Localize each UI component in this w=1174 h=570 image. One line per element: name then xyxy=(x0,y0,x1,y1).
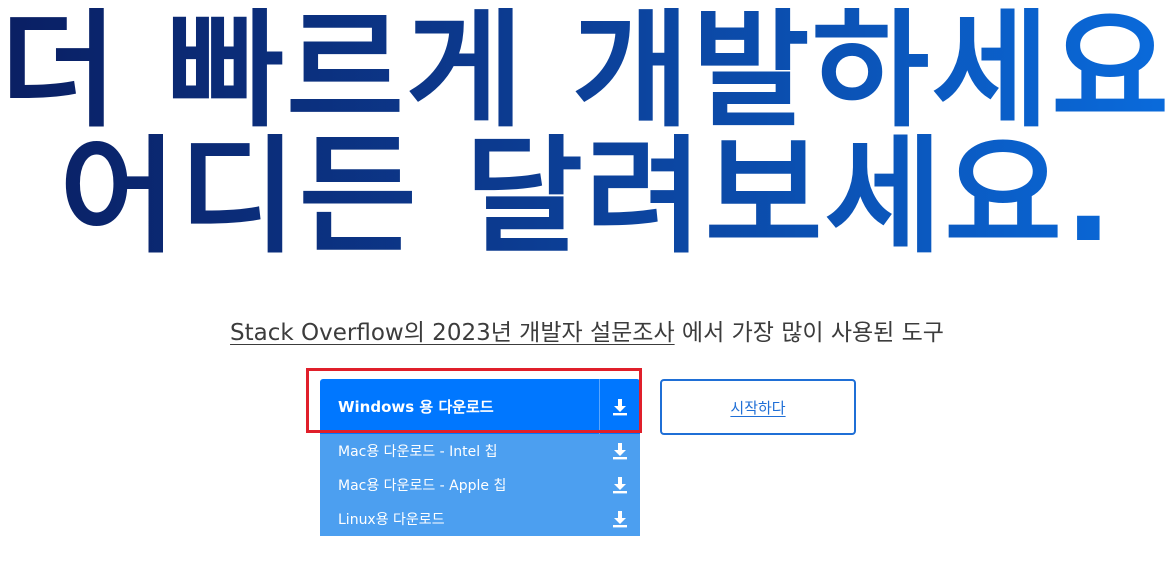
page: 더 빠르게 개발하세요. 어디든 달려보세요. Stack Overflow의 … xyxy=(0,0,1174,570)
download-icon xyxy=(613,443,627,460)
windows-download-label: Windows 용 다운로드 xyxy=(338,398,494,416)
subtitle: Stack Overflow의 2023년 개발자 설문조사 에서 가장 많이 … xyxy=(0,313,1174,347)
download-icon xyxy=(613,398,627,415)
get-started-button[interactable]: 시작하다 xyxy=(660,379,856,435)
windows-download-button[interactable]: Windows 용 다운로드 xyxy=(320,379,640,434)
download-dropdown-toggle[interactable] xyxy=(599,379,640,434)
dropdown-item-label: Mac용 다운로드 - Apple 칩 xyxy=(338,478,507,494)
download-icon xyxy=(613,477,627,494)
mac-apple-download-item[interactable]: Mac용 다운로드 - Apple 칩 xyxy=(320,468,640,502)
dropdown-item-label: Linux용 다운로드 xyxy=(338,512,445,528)
survey-link[interactable]: Stack Overflow의 2023년 개발자 설문조사 xyxy=(230,320,675,346)
linux-download-item[interactable]: Linux용 다운로드 xyxy=(320,502,640,536)
get-started-label: 시작하다 xyxy=(730,398,786,417)
hero-title: 더 빠르게 개발하세요. 어디든 달려보세요. xyxy=(0,0,1174,261)
mac-intel-download-item[interactable]: Mac용 다운로드 - Intel 칩 xyxy=(320,434,640,468)
download-dropdown: Mac용 다운로드 - Intel 칩 Mac용 다운로드 - Apple 칩 xyxy=(320,434,640,536)
dropdown-item-label: Mac용 다운로드 - Intel 칩 xyxy=(338,444,498,460)
download-icon xyxy=(613,511,627,528)
download-menu: Windows 용 다운로드 Mac용 다운로드 - Intel 칩 Mac용 … xyxy=(320,379,640,536)
subtitle-rest: 에서 가장 많이 사용된 도구 xyxy=(674,320,944,346)
hero-line-2: 어디든 달려보세요. xyxy=(0,133,1174,261)
hero-line-1: 더 빠르게 개발하세요. xyxy=(0,0,1174,145)
